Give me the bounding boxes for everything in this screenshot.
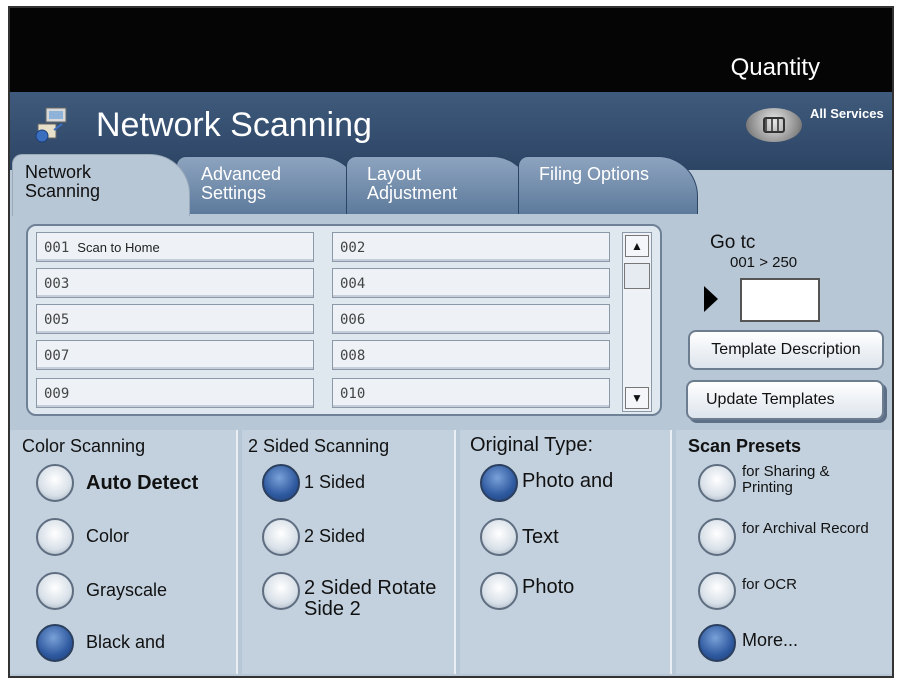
- tab-filing-options[interactable]: Filing Options: [518, 156, 698, 214]
- template-scrollbar[interactable]: ▲ ▼: [622, 232, 652, 412]
- template-slot[interactable]: 005: [36, 304, 314, 334]
- group-title: 2 Sided Scanning: [248, 436, 390, 456]
- slot-number: 003: [44, 276, 70, 292]
- option-label: Auto Detect: [86, 472, 199, 494]
- radio-2-sided[interactable]: [262, 518, 300, 556]
- radio-sharing-printing[interactable]: [698, 464, 736, 502]
- tab-bar: Advanced Settings Layout Adjustment Fili…: [10, 154, 892, 216]
- original-type-group: Original Type: Photo and Text Photo: [460, 430, 672, 674]
- scroll-up-button[interactable]: ▲: [625, 235, 649, 257]
- tab-label: Network Scanning: [25, 162, 101, 201]
- slot-number: 004: [340, 276, 366, 292]
- radio-more[interactable]: [698, 624, 736, 662]
- slot-number: 007: [44, 348, 70, 364]
- template-slot[interactable]: 009: [36, 378, 314, 408]
- radio-ocr[interactable]: [698, 572, 736, 610]
- group-title: Original Type:: [470, 434, 594, 456]
- main-content: 001 Scan to Home 002 003 004 005 006 007 …: [10, 214, 892, 676]
- triangle-down-icon: ▼: [631, 391, 643, 405]
- radio-grayscale[interactable]: [36, 572, 74, 610]
- slot-number: 001: [44, 240, 70, 256]
- radio-auto-detect[interactable]: [36, 464, 74, 502]
- option-label: More...: [742, 630, 799, 650]
- tab-advanced-settings[interactable]: Advanced Settings: [176, 156, 360, 214]
- network-scanning-icon: [35, 107, 67, 143]
- option-label: for Archival Record: [742, 520, 869, 537]
- option-label: 1 Sided: [304, 472, 366, 492]
- scroll-down-button[interactable]: ▼: [625, 387, 649, 409]
- update-templates-button[interactable]: Update Templates: [686, 380, 884, 420]
- radio-color[interactable]: [36, 518, 74, 556]
- radio-2-sided-rotate[interactable]: [262, 572, 300, 610]
- template-list: 001 Scan to Home 002 003 004 005 006 007 …: [26, 224, 662, 416]
- tab-label: Filing Options: [539, 164, 650, 184]
- slot-number: 008: [340, 348, 366, 364]
- template-slot[interactable]: 010: [332, 378, 610, 408]
- slot-number: 002: [340, 240, 366, 256]
- scan-presets-group: Scan Presets for Sharing & Printing for …: [676, 430, 892, 674]
- sided-scanning-group: 2 Sided Scanning 1 Sided 2 Sided 2 Sided…: [242, 430, 456, 674]
- option-label: Color: [86, 526, 130, 546]
- template-slot[interactable]: 008: [332, 340, 610, 370]
- scroll-thumb[interactable]: [624, 263, 650, 289]
- tab-layout-adjustment[interactable]: Layout Adjustment: [346, 156, 532, 214]
- option-label: Grayscale: [86, 580, 168, 600]
- all-services-button[interactable]: All Services: [726, 100, 886, 150]
- scanner-panel: Quantity Network Scanning All Services A…: [8, 6, 894, 678]
- template-description-button[interactable]: Template Description: [688, 330, 884, 370]
- template-slot[interactable]: 006: [332, 304, 610, 334]
- goto-number-field[interactable]: [740, 278, 820, 322]
- top-status-bar: Quantity: [10, 8, 892, 92]
- option-label: for Sharing & Printing: [742, 463, 830, 496]
- tab-network-scanning[interactable]: Network Scanning: [12, 154, 190, 216]
- template-slot[interactable]: 001 Scan to Home: [36, 232, 314, 262]
- tab-label: Advanced Settings: [201, 164, 282, 203]
- option-label: Black and: [86, 632, 166, 652]
- radio-text[interactable]: [480, 518, 518, 556]
- tab-label: Layout Adjustment: [367, 164, 458, 203]
- goto-title: Go tc: [710, 232, 756, 253]
- option-label: Photo and: [522, 470, 614, 492]
- radio-1-sided[interactable]: [262, 464, 300, 502]
- all-services-label: All Services: [810, 106, 884, 121]
- option-label: Text: [522, 526, 559, 548]
- option-label: for OCR: [742, 576, 798, 593]
- page-title: Network Scanning: [96, 106, 372, 144]
- radio-photo[interactable]: [480, 572, 518, 610]
- radio-photo-and-text[interactable]: [480, 464, 518, 502]
- slot-number: 009: [44, 386, 70, 402]
- radio-archival-record[interactable]: [698, 518, 736, 556]
- group-title: Color Scanning: [22, 436, 146, 456]
- option-label: 2 Sided Rotate Side 2: [304, 577, 437, 620]
- slot-number: 010: [340, 386, 366, 402]
- quantity-label: Quantity: [730, 54, 820, 81]
- template-slot[interactable]: 003: [36, 268, 314, 298]
- template-slot[interactable]: 004: [332, 268, 610, 298]
- color-scanning-group: Color Scanning Auto Detect Color Graysca…: [10, 430, 238, 674]
- all-services-icon[interactable]: [746, 108, 802, 142]
- slot-number: 006: [340, 312, 366, 328]
- template-slot[interactable]: 007: [36, 340, 314, 370]
- goto-range: 001 > 250: [730, 254, 798, 271]
- option-label: 2 Sided: [304, 526, 366, 546]
- play-arrow-icon: [704, 286, 718, 312]
- option-label: Photo: [522, 576, 575, 598]
- triangle-up-icon: ▲: [631, 239, 643, 253]
- template-slot[interactable]: 002: [332, 232, 610, 262]
- group-title: Scan Presets: [688, 436, 802, 456]
- slot-number: 005: [44, 312, 70, 328]
- radio-black-and-white[interactable]: [36, 624, 74, 662]
- slot-name: Scan to Home: [77, 240, 160, 255]
